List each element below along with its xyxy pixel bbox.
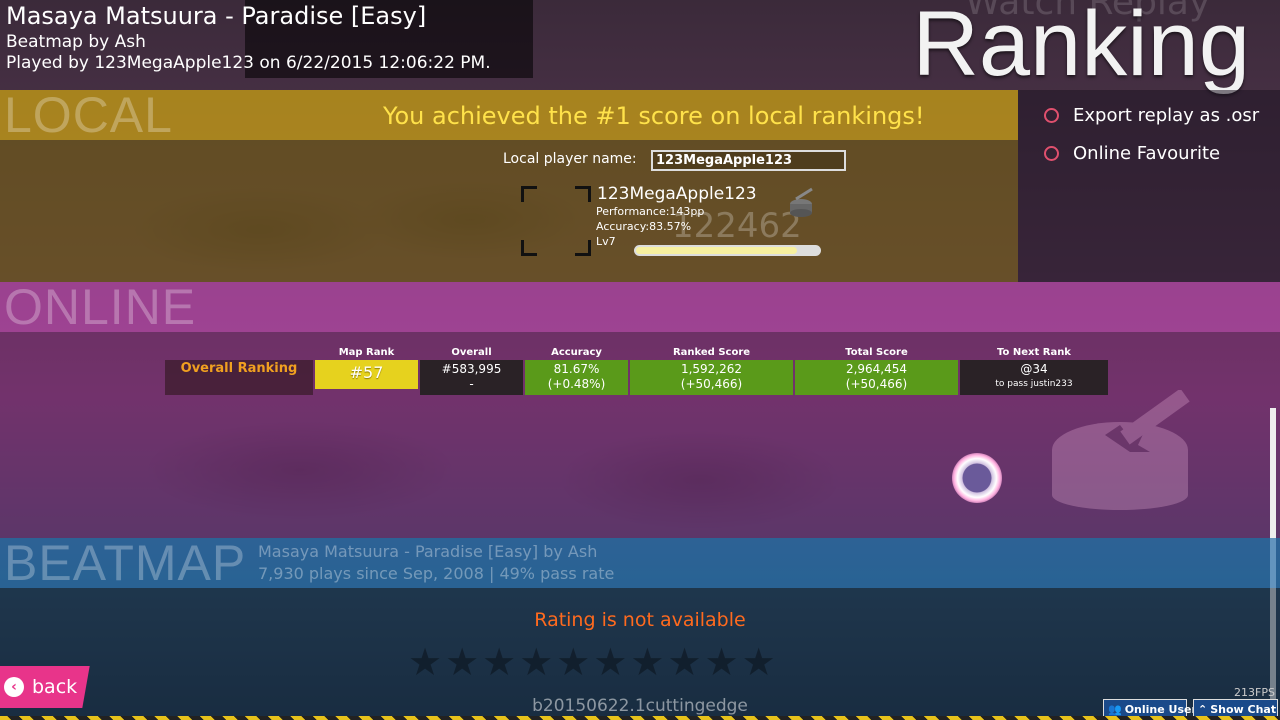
online-favourite-label: Online Favourite [1073, 143, 1221, 164]
total-score-cell: 2,964,454 (+50,466) [795, 360, 958, 395]
radio-icon [1044, 146, 1059, 161]
overall-delta: - [469, 377, 474, 391]
online-favourite-option[interactable]: Online Favourite [1044, 143, 1220, 164]
played-by-text: Played by 123MegaApple123 on 6/22/2015 1… [6, 53, 491, 73]
column-head-accuracy: Accuracy [551, 347, 602, 358]
export-replay-option[interactable]: Export replay as .osr [1044, 105, 1259, 126]
column-head-next-rank: To Next Rank [997, 347, 1071, 358]
chevron-left-icon: ‹ [4, 677, 24, 697]
online-users-label: Online Users [1124, 702, 1204, 716]
column-head-total-score: Total Score [845, 347, 908, 358]
ranking-title: Ranking [912, 0, 1250, 95]
overall-ranking-label: Overall Ranking [165, 360, 313, 395]
radio-icon [1044, 108, 1059, 123]
player-name-label: Local player name: [503, 151, 637, 167]
online-section-label: ONLINE [4, 279, 197, 335]
rating-status: Rating is not available [534, 609, 746, 631]
beatmap-play-stats: 7,930 plays since Sep, 2008 | 49% pass r… [258, 564, 615, 583]
chevron-up-icon: ⌃ [1198, 702, 1208, 716]
fps-counter: 213FPS [1234, 686, 1275, 699]
avatar-frame [521, 186, 591, 256]
level-progress-fill [636, 247, 798, 254]
taiko-drum-icon [790, 187, 813, 217]
card-performance: Performance:143pp [596, 205, 705, 218]
cursor [952, 453, 1002, 503]
accuracy-delta: (+0.48%) [547, 377, 606, 391]
map-rank-value: #57 [315, 360, 418, 389]
beatmap-title: Masaya Matsuura - Paradise [Easy] [6, 2, 427, 30]
beatmap-info-title: Masaya Matsuura - Paradise [Easy] by Ash [258, 542, 598, 561]
back-label: back [32, 676, 78, 698]
next-rank-value: @34 [1020, 362, 1048, 376]
beatmap-author: Beatmap by Ash [6, 32, 146, 52]
bottom-stripe [0, 716, 1280, 720]
overall-value: #583,995 [441, 362, 502, 376]
column-head-map-rank: Map Rank [338, 347, 395, 358]
build-version: b20150622.1cuttingedge [532, 696, 748, 716]
accuracy-value-cell: 81.67% (+0.48%) [525, 360, 628, 395]
total-score-value: 2,964,454 [845, 362, 908, 376]
overall-value-cell: #583,995 - [420, 360, 523, 395]
column-head-ranked-score: Ranked Score [672, 347, 751, 358]
ranked-score-value: 1,592,262 [680, 362, 743, 376]
show-chat-label: Show Chat [1210, 702, 1277, 716]
taiko-drum-decoration [1052, 390, 1190, 510]
card-accuracy: Accuracy:83.57% [596, 220, 692, 233]
achievement-text: You achieved the #1 score on local ranki… [383, 102, 925, 130]
column-head-overall: Overall [451, 347, 492, 358]
accuracy-value: 81.67% [553, 362, 600, 376]
card-level: Lv7 [596, 235, 616, 248]
users-icon: 👥 [1108, 702, 1122, 716]
level-progress-bar [634, 245, 821, 256]
back-button[interactable]: ‹ back [4, 666, 77, 708]
card-player-name: 123MegaApple123 [597, 184, 757, 204]
total-score-delta: (+50,466) [845, 377, 908, 391]
ranked-score-cell: 1,592,262 (+50,466) [630, 360, 793, 395]
export-replay-label: Export replay as .osr [1073, 105, 1260, 126]
player-name-input[interactable] [651, 150, 846, 171]
rating-stars[interactable]: ★★★★★★★★★★ [408, 640, 779, 684]
beatmap-section-label: BEATMAP [4, 535, 247, 591]
ranked-score-delta: (+50,466) [680, 377, 743, 391]
local-section-label: LOCAL [4, 87, 173, 143]
